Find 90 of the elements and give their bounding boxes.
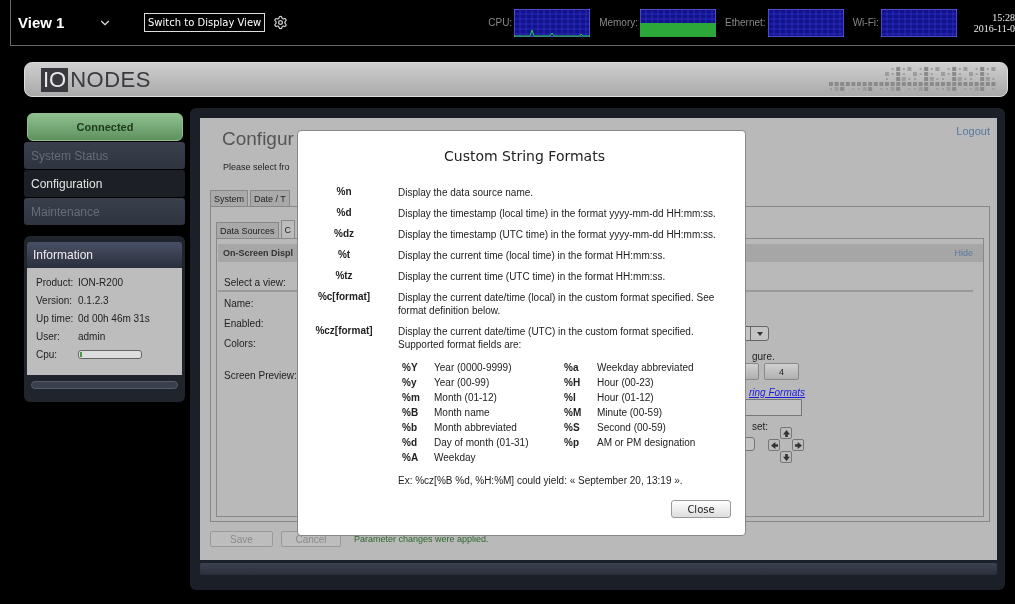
number-button[interactable]: 4 [764, 363, 799, 380]
field-code: %Y [402, 362, 419, 373]
format-description: Display the current date/time (local) in the custom format specified. See format definition below. [398, 291, 716, 317]
field-code: %p [564, 437, 580, 448]
field-description: Day of month (01-31) [434, 437, 530, 448]
sub-tab[interactable]: Data Sources [216, 222, 279, 238]
info-label: Version: [36, 294, 74, 306]
field-code: %S [564, 422, 581, 433]
tab[interactable]: Date / T [250, 190, 290, 206]
view-name: View 1 [18, 14, 66, 31]
field-description: Second (00-59) [597, 422, 667, 433]
info-value: admin [78, 330, 106, 342]
format-code: %c[format] [316, 291, 372, 304]
field-description: Month name [434, 407, 491, 418]
field-description: AM or PM designation [597, 437, 697, 448]
status-message: Parameter changes were applied. [354, 534, 489, 544]
tab[interactable]: System [210, 190, 248, 206]
field-code: %B [402, 407, 420, 418]
settings-icon[interactable] [273, 15, 289, 30]
close-button[interactable]: Close [671, 500, 731, 518]
field-label: Colors: [224, 336, 256, 351]
field-description: Hour (00-23) [597, 377, 655, 388]
format-description: Display the timestamp (local time) in the format yyyy-mm-dd HH:mm:ss. [398, 207, 717, 220]
field-description: Hour (01-12) [597, 392, 655, 403]
switch-view-button[interactable]: Switch to Display View [144, 13, 266, 32]
scroll-bar[interactable] [31, 381, 178, 389]
field-description: Month (01-12) [434, 392, 498, 403]
format-code: %d [335, 207, 353, 220]
format-description: Display the current time (local time) in the format HH:mm:ss. [398, 249, 667, 262]
field-code: %H [564, 377, 582, 388]
field-description: Weekday abbreviated [597, 362, 695, 373]
field-code: %I [564, 392, 577, 403]
formats-link[interactable]: ring Formats [749, 387, 806, 398]
panel-title: Information [27, 242, 182, 268]
field-label: Screen Preview: [224, 369, 297, 381]
hint-text: gure. [752, 351, 776, 362]
info-label: User: [36, 330, 61, 342]
field-code: %y [402, 377, 418, 388]
field-label: Name: [224, 296, 254, 311]
field-description: Month abbreviated [434, 422, 518, 433]
monitor-label: Memory: [599, 17, 639, 28]
monitor-label: Wi-Fi: [852, 17, 879, 28]
logo-mark: IO [41, 67, 69, 92]
intro-text: Please select fro [223, 162, 291, 172]
field-description: Year (0000-9999) [434, 362, 513, 373]
up-button[interactable] [780, 427, 792, 439]
field-code: %b [402, 422, 418, 433]
field-label: Select a view: [224, 276, 286, 288]
clock-date: 2016-11-0 [973, 22, 1015, 34]
format-code: %dz [333, 228, 355, 241]
caret-icon [756, 331, 763, 336]
connection-status: Connected [27, 113, 183, 141]
format-code: %cz[format] [314, 325, 374, 338]
format-description: Display the timestamp (UTC time) in the format yyyy-mm-dd HH:mm:ss. [398, 228, 717, 241]
format-description: Display the data source name. [398, 186, 535, 199]
left-button[interactable] [768, 439, 780, 451]
sub-tab[interactable]: C [280, 220, 296, 238]
monitor-label: CPU: [488, 17, 513, 28]
format-code: %tz [334, 270, 354, 283]
format-description: Display the current date/time (UTC) in the custom format specified. Supported format fields are: [398, 325, 695, 351]
info-label: Cpu: [36, 348, 59, 360]
info-value: ION-R200 [78, 276, 123, 288]
field-code: %A [402, 452, 420, 463]
offset-label: set: [752, 421, 770, 432]
info-label: Product: [36, 276, 75, 288]
page-title: Configur [222, 128, 294, 150]
field-description: Minute (00-59) [597, 407, 664, 418]
field-description: Year (00-99) [434, 377, 491, 388]
field-code: %M [564, 407, 583, 418]
field-code: %m [402, 392, 421, 403]
format-code: %n [335, 186, 353, 199]
monitor-label: Ethernet: [725, 17, 766, 28]
nav-item[interactable]: Configuration [24, 170, 185, 197]
logo-name: NODES [70, 66, 151, 93]
right-button[interactable] [792, 439, 804, 451]
section-title: On-Screen Displ [223, 248, 294, 258]
field-description: Weekday [434, 452, 477, 463]
down-button[interactable] [780, 451, 792, 463]
dialog-title: Custom String Formats [443, 148, 606, 164]
example-text: Ex: %cz[%B %d, %H:%M] could yield: « September 20, 13:19 ». [398, 475, 684, 486]
field-label: Enabled: [224, 316, 264, 331]
scroll-bar[interactable] [200, 563, 997, 575]
info-value: 0d 00h 46m 31s [78, 312, 150, 324]
field-code: %d [402, 437, 418, 448]
format-code: %t [336, 249, 352, 262]
field-code: %a [564, 362, 580, 373]
clock-time: 15:28 [992, 11, 1015, 23]
info-label: Up time: [36, 312, 75, 324]
format-description: Display the current time (UTC time) in the format HH:mm:ss. [398, 270, 667, 283]
info-value: 0.1.2.3 [78, 294, 109, 306]
